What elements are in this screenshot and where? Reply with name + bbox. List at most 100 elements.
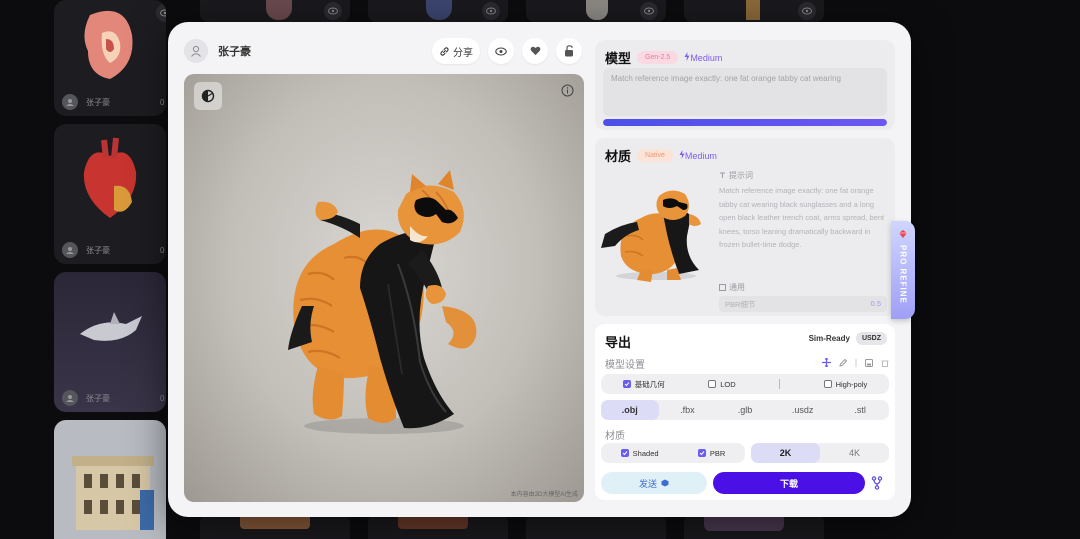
card-user: 张子豪 [86,245,110,255]
gallery-strip [526,515,666,539]
like-button[interactable] [522,38,548,64]
option-high-poly[interactable]: High-poly [823,380,867,389]
link-icon [440,46,449,56]
pro-refine-tab[interactable]: PRO REFINE [891,221,915,319]
format-usdz[interactable]: .usdz [774,400,832,420]
material-prompt-area: 提示词 Match reference image exactly: one f… [719,170,887,312]
material-prompt-text[interactable]: Match reference image exactly: one fat o… [719,184,887,278]
author-header: 张子豪 分享 [184,36,584,66]
send-button[interactable]: 发送 [601,472,707,494]
checkbox-lod[interactable] [708,380,717,388]
card-thumbnail [54,272,166,386]
download-button[interactable]: 下载 [713,472,865,494]
pencil-icon[interactable] [839,358,847,367]
delete-icon[interactable] [881,359,889,367]
branch-icon[interactable] [871,476,883,490]
material-section-label: 材质 [605,431,625,442]
card-thumbnail [54,0,166,90]
gallery-card[interactable]: 张子豪 0 [54,0,166,116]
lock-button[interactable] [556,38,582,64]
cube-icon [661,479,669,487]
unlock-icon [564,45,573,57]
model-prompt-box[interactable]: Match reference image exactly: one fat o… [603,68,887,116]
checkbox-pbr[interactable] [697,449,706,457]
quality-label: Medium [684,52,722,63]
card-count: 0 [160,97,165,107]
divider [779,379,781,389]
card-meta: 张子豪 0 [62,390,164,406]
material-reference-image[interactable] [601,166,711,288]
grid-icon [719,284,726,291]
share-label: 分享 [453,47,473,59]
divider-icon [855,358,857,367]
move-icon[interactable] [822,358,831,367]
checkbox-shaded[interactable] [620,449,629,457]
format-obj[interactable]: .obj [601,400,659,420]
version-badge: Gen-2.5 [637,51,679,64]
eye-icon[interactable] [640,2,658,20]
text-icon [720,172,725,178]
save-icon[interactable] [865,358,873,367]
share-button[interactable]: 分享 [432,38,480,64]
eye-icon [495,46,507,56]
usdz-tag[interactable]: USDZ [855,332,887,345]
avatar [62,242,78,258]
heart-icon [530,46,540,56]
format-selector: .obj .fbx .glb .usdz .stl [601,400,889,420]
option-pbr[interactable]: PBR [697,449,725,458]
format-fbx[interactable]: .fbx [659,400,717,420]
geometry-options: 基础几何 LOD High-poly [601,374,889,394]
checkbox-base-geometry[interactable] [622,380,631,388]
resolution-4k[interactable]: 4K [820,443,889,463]
gallery-strip [368,515,508,539]
3d-viewer[interactable]: 本内容由3D大模型AI生成 [184,74,584,502]
gallery-strip [684,0,824,22]
option-lod[interactable]: LOD [708,380,736,389]
pro-refine-label: PRO REFINE [898,245,908,304]
settings-toolbar [822,358,889,367]
avatar [62,94,78,110]
user-avatar[interactable] [184,39,208,63]
format-stl[interactable]: .stl [831,400,889,420]
avatar [62,390,78,406]
pbr-detail-field[interactable]: PBR细节 0.5 [719,296,887,312]
eye-icon[interactable] [324,2,342,20]
eye-icon[interactable] [798,2,816,20]
checkbox-high-poly[interactable] [823,380,832,388]
option-base-geometry[interactable]: 基础几何 [622,379,665,390]
material-panel: 材质 Native Medium 提示词 Match reference ima… [595,138,895,316]
model-panel: 模型 Gen-2.5 Medium Match reference image … [595,40,895,130]
card-count: 0 [160,393,165,403]
gallery-card[interactable]: 张子豪 0 [54,124,166,264]
card-user: 张子豪 [86,97,110,107]
header-actions: 分享 [432,38,582,64]
sim-ready-label: Sim-Ready [808,334,850,343]
cat-model [288,170,477,434]
model-detail-modal: 张子豪 分享 本内容由3D大模型AI生成 模型 Gen-2.5 Medium M… [168,22,911,517]
card-count: 0 [160,245,165,255]
progress-fill [603,119,887,126]
gallery-card[interactable] [54,420,166,539]
username[interactable]: 张子豪 [218,43,251,59]
export-title: 导出 [605,335,632,350]
view-button[interactable] [488,38,514,64]
resolution-2k[interactable]: 2K [751,443,820,463]
weight-value[interactable]: 0.5 [871,299,881,308]
sim-ready-row: Sim-Ready USDZ [809,332,887,345]
model-settings-label: 模型设置 [605,360,645,371]
option-shaded[interactable]: Shaded [620,449,659,458]
gallery-strip [368,0,508,22]
gem-icon [899,230,907,238]
gallery-strip [684,515,824,539]
format-glb[interactable]: .glb [716,400,774,420]
general-label: 通用 [719,282,887,293]
gallery-strip [526,0,666,22]
gallery-strip [200,0,350,22]
model-panel-title: 模型 Gen-2.5 Medium [605,48,722,67]
eye-icon[interactable] [482,2,500,20]
card-thumbnail [54,420,166,539]
card-thumbnail [54,124,166,238]
card-user: 张子豪 [86,393,110,403]
pbr-detail-placeholder: PBR细节 [725,300,756,309]
gallery-card[interactable]: 张子豪 0 [54,272,166,412]
